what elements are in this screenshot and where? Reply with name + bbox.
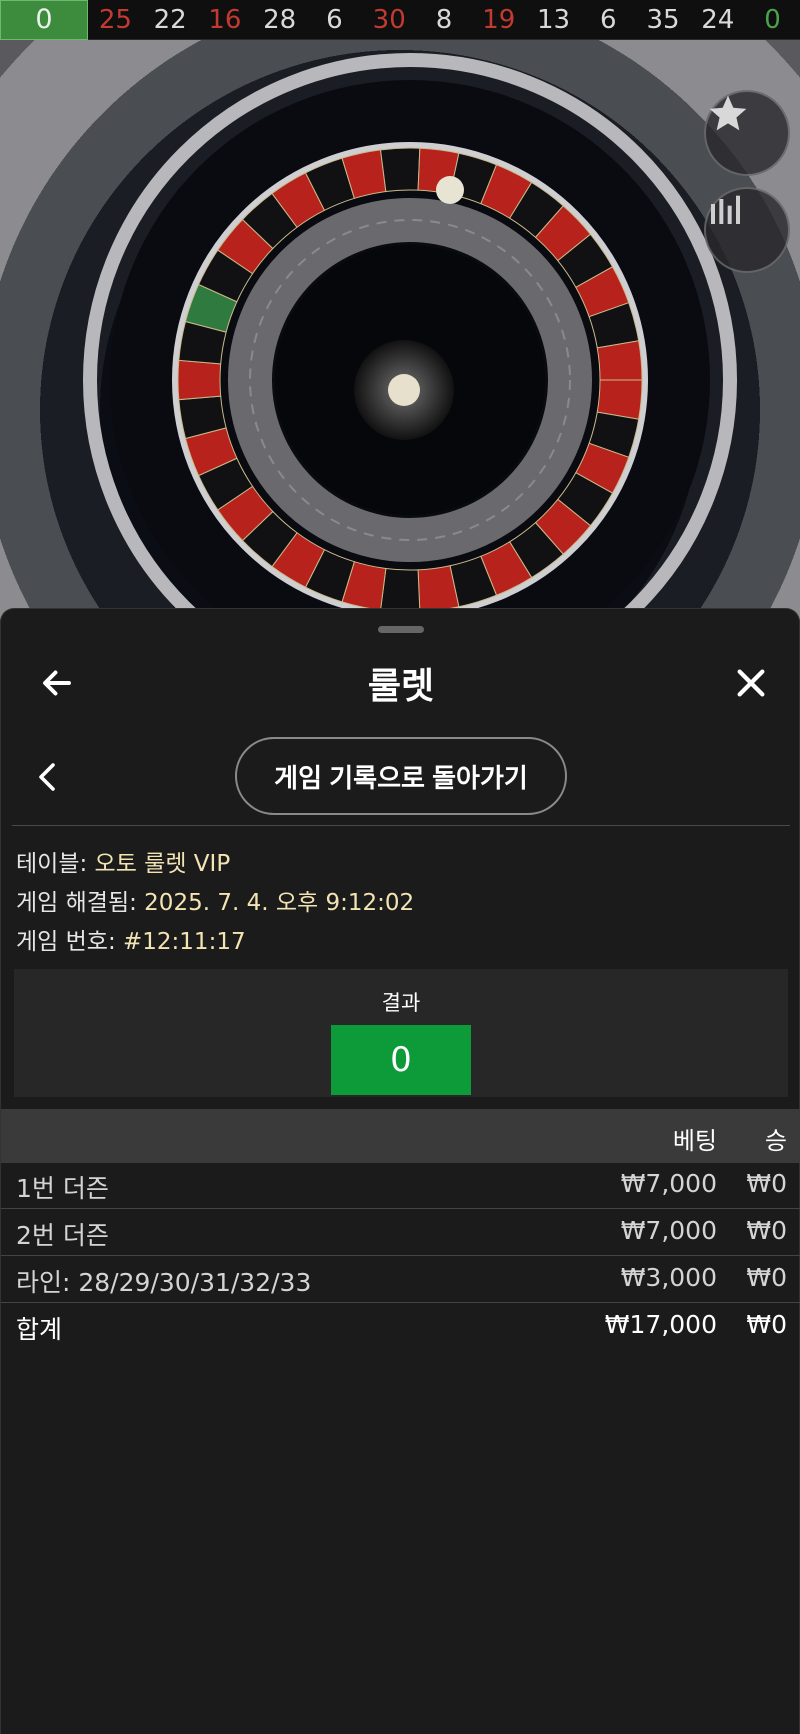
divider — [12, 825, 790, 826]
bet-amount: ₩7,000 — [620, 1169, 717, 1198]
wheel-pocket — [177, 359, 222, 401]
bet-win: ₩0 — [746, 1216, 787, 1245]
total-bet: ₩17,000 — [604, 1310, 717, 1339]
info-round-value: #12:11:17 — [123, 929, 246, 955]
info-round: 게임 번호: #12:11:17 — [16, 922, 246, 956]
history-item: 6 — [600, 4, 617, 35]
game-detail-sheet: 룰렛 게임 기록으로 돌아가기 테이블: 오토 룰렛 VIP 게임 해결됨: 2… — [0, 608, 800, 1734]
roulette-ball — [436, 176, 464, 204]
favorite-button[interactable] — [704, 90, 790, 176]
table-row: 2번 더즌 ₩7,000 ₩0 — [1, 1210, 800, 1256]
bets-header-bet: 베팅 — [672, 1127, 717, 1155]
history-item: 25 — [98, 4, 132, 35]
info-resolved-value: 2025. 7. 4. 오후 9:12:02 — [144, 890, 415, 916]
result-history-strip: 0 25 22 16 28 6 30 8 19 13 6 35 24 0 — [0, 0, 800, 40]
bet-amount: ₩3,000 — [620, 1263, 717, 1292]
history-item: 19 — [482, 4, 516, 35]
history-item: 35 — [646, 4, 680, 35]
close-icon — [737, 669, 765, 697]
wheel-pocket — [596, 340, 643, 381]
history-item: 16 — [208, 4, 242, 35]
sheet-drag-handle[interactable] — [378, 626, 424, 633]
return-to-history-button[interactable]: 게임 기록으로 돌아가기 — [235, 737, 567, 815]
sheet-title: 룰렛 — [367, 666, 435, 707]
wheel-pocket — [379, 147, 421, 193]
bet-label: 2번 더즌 — [16, 1221, 109, 1250]
info-table-label: 테이블: — [16, 851, 95, 877]
history-item: 22 — [153, 4, 187, 35]
history-item-latest: 0 — [0, 0, 88, 40]
wheel-pocket — [379, 567, 421, 613]
history-item: 6 — [326, 4, 343, 35]
history-item: 30 — [372, 4, 406, 35]
star-icon — [709, 95, 747, 131]
info-round-label: 게임 번호: — [16, 929, 124, 955]
info-resolved-label: 게임 해결됨: — [16, 890, 145, 916]
sheet-header: 룰렛 — [1, 649, 800, 715]
info-table: 테이블: 오토 룰렛 VIP — [16, 844, 230, 878]
roulette-wheel-image — [83, 53, 737, 620]
bet-label: 1번 더즌 — [16, 1174, 109, 1203]
live-video-stream — [0, 40, 800, 620]
total-win: ₩0 — [746, 1310, 787, 1339]
chevron-left-icon — [39, 763, 55, 791]
previous-game-button[interactable] — [27, 755, 67, 799]
history-item: 8 — [435, 4, 453, 35]
bets-header-win: 승 — [764, 1127, 787, 1155]
info-resolved: 게임 해결됨: 2025. 7. 4. 오후 9:12:02 — [16, 883, 414, 917]
history-navigation: 게임 기록으로 돌아가기 — [1, 737, 800, 817]
result-label: 결과 — [381, 991, 421, 1015]
bets-table-header: 베팅 승 — [1, 1109, 800, 1163]
history-item: 0 — [764, 4, 781, 35]
statistics-button[interactable] — [704, 187, 790, 273]
history-item: 24 — [701, 4, 735, 35]
bar-chart-icon — [711, 195, 740, 224]
bet-win: ₩0 — [746, 1169, 787, 1198]
result-panel: 결과 0 — [14, 969, 788, 1097]
bet-amount: ₩7,000 — [620, 1216, 717, 1245]
table-row: 라인: 28/29/30/31/32/33 ₩3,000 ₩0 — [1, 1257, 800, 1303]
bet-label: 라인: 28/29/30/31/32/33 — [16, 1268, 312, 1297]
total-row: 합계 ₩17,000 ₩0 — [1, 1304, 800, 1350]
info-table-value: 오토 룰렛 VIP — [94, 851, 231, 877]
history-item: 13 — [536, 4, 571, 35]
close-button[interactable] — [729, 661, 773, 705]
table-row: 1번 더즌 ₩7,000 ₩0 — [1, 1163, 800, 1209]
total-label: 합계 — [16, 1315, 63, 1344]
result-number: 0 — [331, 1025, 471, 1095]
history-item: 28 — [263, 4, 297, 35]
bet-win: ₩0 — [746, 1263, 787, 1292]
